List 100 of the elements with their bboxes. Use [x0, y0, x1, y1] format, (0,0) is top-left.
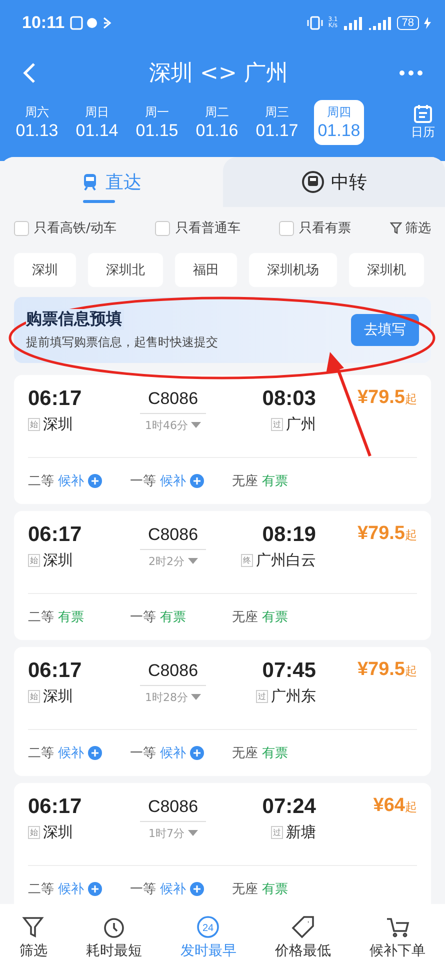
- badge-icon: 24: [195, 914, 222, 940]
- seat-class: 一等: [130, 473, 156, 490]
- seat-status: 有票: [262, 473, 288, 490]
- filter-checkbox[interactable]: 只看高铁/动车: [14, 219, 116, 237]
- seat-status: 有票: [262, 881, 288, 898]
- sort-tab[interactable]: 耗时最短: [80, 913, 148, 961]
- sort-tab[interactable]: 价格最低: [269, 913, 338, 961]
- departure-time: 06:17: [28, 523, 83, 547]
- departure-station: 深圳: [43, 823, 73, 842]
- charging-icon: [424, 17, 431, 29]
- seat-class: 二等: [28, 609, 54, 626]
- seat-class: 一等: [130, 881, 156, 898]
- station-chip[interactable]: 深圳机场: [249, 253, 337, 287]
- seat-class: 一等: [130, 609, 156, 626]
- battery-level: 78: [396, 16, 419, 30]
- add-icon[interactable]: [190, 882, 204, 896]
- signal-icon: [342, 16, 363, 30]
- seat-class: 二等: [28, 881, 54, 898]
- departure-station: 深圳: [43, 415, 73, 434]
- departure-time: 06:17: [28, 659, 83, 683]
- station-tag: 过: [271, 826, 283, 839]
- station-tag: 过: [271, 418, 283, 431]
- filter-icon: [20, 914, 46, 940]
- filter-icon: [390, 222, 402, 234]
- dropdown-icon: [191, 694, 201, 701]
- mode-tab[interactable]: 中转: [222, 157, 445, 207]
- seat-class: 无座: [232, 745, 258, 762]
- seat-status: 候补: [160, 473, 186, 490]
- sort-tab[interactable]: 筛选: [13, 913, 54, 961]
- station-chip[interactable]: 福田: [175, 253, 237, 287]
- station-tag: 始: [28, 826, 40, 839]
- seat-status: 候补: [58, 745, 84, 762]
- seat-status: 有票: [160, 609, 186, 626]
- price: ¥79.5起: [357, 659, 417, 681]
- filter-button[interactable]: 筛选: [390, 219, 431, 237]
- arrival-station: 广州东: [271, 687, 316, 706]
- seat-class: 无座: [232, 609, 258, 626]
- station-tag: 终: [241, 554, 253, 567]
- seat-status: 候补: [58, 881, 84, 898]
- seat-class: 一等: [130, 745, 156, 762]
- filter-checkbox[interactable]: 只看普通车: [155, 219, 240, 237]
- price: ¥79.5起: [357, 523, 417, 545]
- calendar-icon: [413, 104, 433, 124]
- add-icon[interactable]: [190, 474, 204, 488]
- train-card[interactable]: 06:17 始 深圳 C8086 1时28分 07:45 过 广州东 ¥79.5起 二等 候补 一等 候补 无座 有票: [14, 647, 431, 776]
- station-chip[interactable]: 深圳: [14, 253, 76, 287]
- status-icons-drawing: [70, 16, 112, 30]
- tag-icon: [290, 914, 316, 940]
- train-number: C8086: [140, 523, 206, 550]
- seat-status: 候补: [58, 473, 84, 490]
- arrival-time: 07:45: [262, 659, 316, 683]
- signal-icon: [368, 16, 392, 30]
- add-icon[interactable]: [88, 746, 102, 760]
- price: ¥64起: [373, 795, 417, 817]
- seat-class: 二等: [28, 745, 54, 762]
- arrival-time: 08:03: [262, 387, 316, 411]
- station-tag: 过: [256, 690, 268, 703]
- price: ¥79.5起: [357, 387, 417, 409]
- arrival-station: 广州白云: [256, 551, 316, 570]
- banner-title: 购票信息预填: [26, 309, 124, 330]
- vibrate-icon: [307, 16, 324, 30]
- seat-class: 无座: [232, 881, 258, 898]
- train-number: C8086: [140, 387, 206, 414]
- dropdown-icon: [191, 422, 201, 429]
- station-tag: 始: [28, 418, 40, 431]
- train-number: C8086: [140, 795, 206, 822]
- filter-checkbox[interactable]: 只看有票: [279, 219, 352, 237]
- add-icon[interactable]: [88, 474, 102, 488]
- seat-class: 无座: [232, 473, 258, 490]
- departure-time: 06:17: [28, 795, 83, 819]
- seat-class: 二等: [28, 473, 54, 490]
- seat-status: 候补: [160, 745, 186, 762]
- page-title: 深圳 <> 广州: [149, 60, 288, 88]
- train-card[interactable]: 06:17 始 深圳 C8086 2时2分 08:19 终 广州白云 ¥79.5起 二等 有票 一等 有票 无座 有票: [14, 511, 431, 640]
- arrival-station: 新塘: [286, 823, 316, 842]
- add-icon[interactable]: [190, 746, 204, 760]
- station-chip[interactable]: 深圳北: [88, 253, 163, 287]
- station-tag: 始: [28, 690, 40, 703]
- transfer-icon: [300, 170, 325, 194]
- departure-station: 深圳: [43, 551, 73, 570]
- add-icon[interactable]: [88, 882, 102, 896]
- seat-status: 有票: [58, 609, 84, 626]
- station-tag: 始: [28, 554, 40, 567]
- status-time: 10:11: [22, 13, 65, 33]
- station-chip[interactable]: 深圳机: [349, 253, 424, 287]
- dropdown-icon: [188, 558, 198, 565]
- banner-subtitle: 提前填写购票信息，起售时快速提交: [26, 334, 218, 351]
- departure-time: 06:17: [28, 387, 83, 411]
- train-number: C8086: [140, 659, 206, 686]
- arrival-time: 08:19: [262, 523, 316, 547]
- seat-status: 候补: [160, 881, 186, 898]
- train-card[interactable]: 06:17 始 深圳 C8086 1时46分 08:03 过 广州 ¥79.5起 二等 候补 一等 候补 无座 有票: [14, 375, 431, 504]
- sort-tab[interactable]: 候补下单: [364, 913, 432, 961]
- back-icon[interactable]: [22, 62, 38, 84]
- arrival-time: 07:24: [262, 795, 316, 819]
- dropdown-icon: [188, 830, 198, 837]
- more-icon[interactable]: [398, 70, 423, 76]
- departure-station: 深圳: [43, 687, 73, 706]
- seat-status: 有票: [262, 745, 288, 762]
- seat-status: 有票: [262, 609, 288, 626]
